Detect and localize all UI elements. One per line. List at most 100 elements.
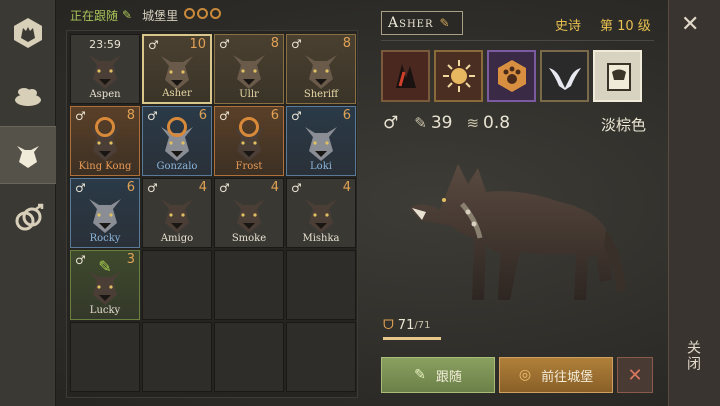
slot-level: 6 [270,108,279,123]
paw-shield-icon [497,60,526,92]
slot-timer: 23:59 [89,38,121,51]
male-icon: ♂ [219,37,230,51]
tooth-icon: ᗜ [383,318,394,333]
goto-castle-button[interactable]: ◎ 前往城堡 [499,357,613,393]
wolf-portrait [410,164,626,300]
wolf-head-icon [305,199,337,233]
wolf-slot[interactable]: ♂ 6 Rocky [70,178,140,248]
slot-level: 10 [189,37,206,52]
hp-bar-fill [383,337,441,340]
tab-wolf-badge[interactable] [4,4,52,62]
slot-name: Mishka [302,233,340,244]
skill-claw[interactable] [381,50,430,102]
wolf-slot[interactable]: ♂ 8 Sheriff [286,34,356,104]
slot-name: Rocky [89,233,121,244]
slot-level: 4 [342,180,351,195]
wolf-name-box[interactable]: Asher ✎ [381,11,463,35]
wolf-slot[interactable]: ♂ 6 Frost [214,106,284,176]
close-icon[interactable]: ✕ [681,12,699,37]
wolf-slot[interactable]: ♂ 8 King Kong [70,106,140,176]
slot-name: Frost [235,161,263,172]
attack-icon: ✎ [414,114,427,132]
wolf-slot[interactable]: ♂ 6 Gonzalo [142,106,212,176]
male-icon: ♂ [219,181,230,195]
slot-level: 8 [126,108,135,123]
hp-max: /71 [414,320,431,331]
close-label[interactable]: 关闭 [683,340,703,372]
dismiss-button[interactable]: ✕ [617,357,653,393]
empty-slot [214,250,284,320]
wolf-head-icon [161,56,193,90]
left-tab-rail [0,0,56,406]
skill-wings[interactable] [540,50,589,102]
castle-label: 城堡里 [142,8,179,23]
slot-level: 8 [270,36,279,51]
skill-paw[interactable] [487,50,536,102]
male-icon: ♂ [291,181,302,195]
coat-color: 淡棕色 [601,116,647,134]
following-label: 正在跟随 [70,8,119,23]
wolf-head-icon [233,199,265,233]
tab-food[interactable] [4,66,52,124]
goto-castle-label: 前往城堡 [541,369,594,385]
rarity-label: 史诗 [555,19,582,34]
empty-slot [142,322,212,392]
wolf-slot[interactable]: ♂ 4 Mishka [286,178,356,248]
wolf-badge-icon [14,18,42,48]
wolf-name: Asher [388,15,434,31]
empty-slot [142,250,212,320]
castle-ring-icon [167,117,187,137]
edit-name-icon[interactable]: ✎ [440,16,451,30]
slot-name: Sheriff [303,89,339,100]
slot-level: 8 [342,36,351,51]
close-panel[interactable]: ✕ 关闭 [668,0,720,406]
follow-button[interactable]: ✎ 跟随 [381,357,495,393]
slot-level: 4 [270,180,279,195]
empty-slot [286,322,356,392]
slot-name: Ullr [239,89,259,100]
slot-name: Aspen [89,89,121,100]
speed-icon: ≋ [466,114,480,132]
skill-roar[interactable] [593,50,642,102]
roar-card-icon [606,63,631,91]
divider [381,40,654,41]
wolf-slot[interactable]: ♂ 8 Ullr [214,34,284,104]
slot-level: 6 [342,108,351,123]
skill-row [381,50,642,102]
follow-icon: ✎ [414,367,426,383]
wolf-slot[interactable]: ♂ 4 Smoke [214,178,284,248]
wolf-head-icon [305,127,337,161]
tab-breeding[interactable] [4,190,52,248]
castle-rings-icon [184,8,223,22]
wolf-head-icon [17,146,39,168]
slot-name: Amigo [160,233,194,244]
wolf-slot[interactable]: ♂ 4 Amigo [142,178,212,248]
claw-icon [395,64,416,88]
hp-value: 71 [397,318,415,333]
slot-name: Gonzalo [156,161,198,172]
hp-row: ᗜ 71 /71 [383,318,430,333]
wolf-head-icon [161,199,193,233]
slot-name: Smoke [231,233,267,244]
male-icon: ♂ [383,113,399,133]
castle-ring-icon [239,117,259,137]
breeding-icon [15,203,44,231]
wolf-slot[interactable]: ♂ 6 Loki [286,106,356,176]
male-icon: ♂ [219,109,230,123]
tab-wolves[interactable] [0,126,56,184]
male-icon: ♂ [75,109,86,123]
empty-slot [70,322,140,392]
wolf-slot[interactable]: ♂ 10 Asher [142,34,212,104]
slot-level: 3 [126,252,135,267]
wolf-slot[interactable]: 23:59 Aspen [70,34,140,104]
slot-name: Loki [310,161,332,172]
slot-level: 6 [198,108,207,123]
slot-level: 4 [198,180,207,195]
male-icon: ♂ [291,109,302,123]
winged-wolf-icon [548,68,581,90]
wolf-slot[interactable]: ♂ 3 ✎ Lucky [70,250,140,320]
wolf-head-icon [233,55,265,89]
stats-row: ♂ ✎ 39 ≋ 0.8 [383,113,524,133]
male-icon: ♂ [147,181,158,195]
skill-sun[interactable] [434,50,483,102]
